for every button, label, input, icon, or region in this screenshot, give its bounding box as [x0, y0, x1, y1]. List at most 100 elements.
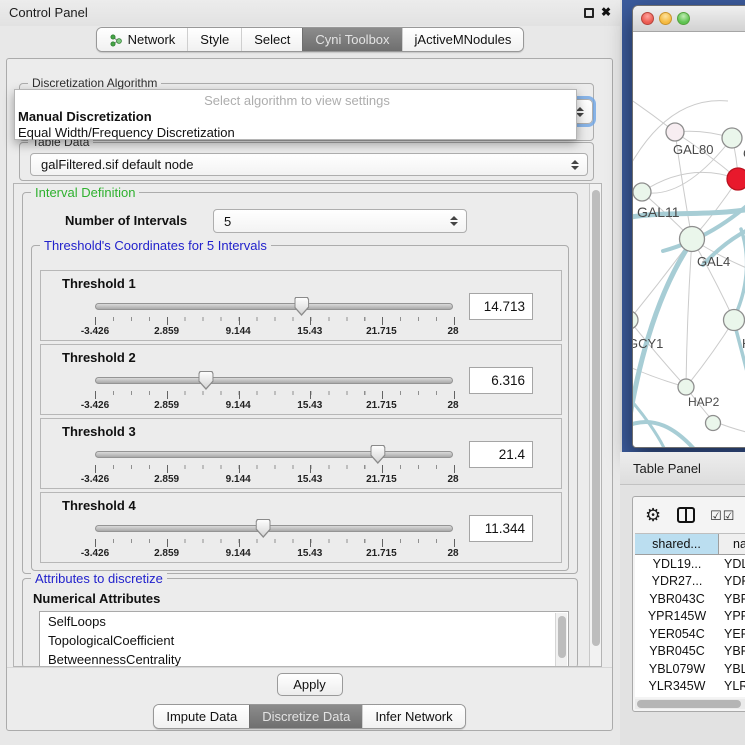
scale-label: 15.43: [297, 326, 322, 337]
table-panel: ⚙ ☑ ☑ shared... na YDL19... YDL1: [620, 486, 745, 745]
scale-label: 21.715: [366, 400, 397, 411]
list-item[interactable]: BetweennessCentrality: [40, 650, 568, 667]
cell-shared-name[interactable]: YBR043C: [635, 592, 719, 606]
threshold-value-field[interactable]: 14.713: [469, 293, 533, 320]
mac-close-icon[interactable]: [641, 12, 654, 25]
threshold-value-field[interactable]: 11.344: [469, 515, 533, 542]
list-item[interactable]: SelfLoops: [40, 612, 568, 631]
threshold-value-field[interactable]: 6.316: [469, 367, 533, 394]
dropdown-option-equal-width-frequency[interactable]: Equal Width/Frequency Discretization: [15, 125, 576, 141]
threshold-value-field[interactable]: 21.4: [469, 441, 533, 468]
slider-thumb[interactable]: [198, 371, 213, 390]
tab-cyni-toolbox[interactable]: Cyni Toolbox: [302, 28, 401, 51]
scale-label: -3.426: [81, 400, 109, 411]
close-panel-icon[interactable]: ✖: [601, 5, 611, 19]
tab-style[interactable]: Style: [187, 28, 241, 51]
table-row[interactable]: YBL079W YBL0: [635, 660, 745, 678]
tab-select[interactable]: Select: [241, 28, 302, 51]
column-header-name[interactable]: na: [719, 537, 745, 551]
tab-impute-data[interactable]: Impute Data: [154, 705, 249, 728]
tab-label: Infer Network: [375, 709, 452, 724]
threshold-panel: Threshold 3 -3.426: [40, 418, 562, 489]
cell-shared-name[interactable]: YER054C: [635, 627, 719, 641]
cell-name[interactable]: YDR2: [719, 574, 745, 588]
scale-label: 15.43: [297, 548, 322, 559]
slider-thumb[interactable]: [256, 519, 271, 538]
table-row[interactable]: YLR345W YLR3: [635, 678, 745, 696]
network-window[interactable]: GAL80 GA C GAL11 GAL4 GCY1 H HAP2: [632, 5, 745, 448]
cell-shared-name[interactable]: YDL19...: [635, 557, 719, 571]
cell-name[interactable]: YBR0: [719, 644, 745, 658]
table-row[interactable]: YPR145W YPR1: [635, 608, 745, 626]
slider-track[interactable]: [95, 451, 453, 458]
column-header-shared-name[interactable]: shared...: [635, 534, 719, 554]
slider-thumb[interactable]: [370, 445, 385, 464]
cell-shared-name[interactable]: YLR345W: [635, 679, 719, 693]
settings-vertical-scrollbar[interactable]: [589, 184, 602, 667]
threshold-slider[interactable]: -3.426 2.859 9.144 15.43 21.715 28: [95, 369, 453, 413]
scale-label: 2.859: [154, 400, 179, 411]
combo-arrows-icon: [576, 107, 584, 117]
table-row[interactable]: YBR043C YBR0: [635, 590, 745, 608]
node-table: shared... na YDL19... YDL1 YDR27... YDR2: [635, 533, 745, 697]
list-item[interactable]: TopologicalCoefficient: [40, 631, 568, 650]
cell-name[interactable]: YER0: [719, 627, 745, 641]
scale-label: -3.426: [81, 474, 109, 485]
control-panel: Control Panel ✖ Network Style: [0, 0, 620, 745]
list-scrollbar[interactable]: [555, 613, 567, 667]
slider-track[interactable]: [95, 303, 453, 310]
node-top-right: [722, 128, 742, 148]
table-row[interactable]: YER054C YER0: [635, 625, 745, 643]
network-window-titlebar[interactable]: [633, 6, 745, 32]
numerical-attributes-list[interactable]: SelfLoops TopologicalCoefficient Between…: [39, 611, 569, 667]
split-view-icon[interactable]: [677, 507, 695, 523]
mac-minimize-icon[interactable]: [659, 12, 672, 25]
slider-thumb[interactable]: [294, 297, 309, 316]
dropdown-option-manual-discretization[interactable]: Manual Discretization: [15, 109, 576, 125]
number-of-intervals-spinner[interactable]: 5: [213, 209, 467, 233]
checkbox-select-icon[interactable]: ☑: [710, 509, 722, 522]
table-row[interactable]: YDL19... YDL1: [635, 555, 745, 573]
slider-track[interactable]: [95, 525, 453, 532]
tab-infer-network[interactable]: Infer Network: [362, 705, 464, 728]
tab-jactivemnodules[interactable]: jActiveMNodules: [402, 28, 524, 51]
table-data-combobox[interactable]: galFiltered.sif default node: [30, 153, 588, 176]
cell-name[interactable]: YBL0: [719, 662, 745, 676]
threshold-slider[interactable]: -3.426 2.859 9.144 15.43 21.715 28: [95, 443, 453, 487]
cell-name[interactable]: YPR1: [719, 609, 745, 623]
mac-zoom-icon[interactable]: [677, 12, 690, 25]
scale-label: -3.426: [81, 548, 109, 559]
thresholds-coordinates-group: Threshold's Coordinates for 5 Intervals …: [31, 245, 569, 571]
scale-label: 28: [447, 474, 458, 485]
apply-button[interactable]: Apply: [277, 673, 343, 696]
cell-shared-name[interactable]: YPR145W: [635, 609, 719, 623]
cell-name[interactable]: YLR3: [719, 679, 745, 693]
slider-ticks: [95, 465, 454, 473]
cell-shared-name[interactable]: YBR045C: [635, 644, 719, 658]
tab-discretize-data[interactable]: Discretize Data: [249, 705, 362, 728]
threshold-slider[interactable]: -3.426 2.859 9.144 15.43 21.715 28: [95, 295, 453, 339]
gear-icon[interactable]: ⚙: [645, 506, 661, 524]
algorithm-dropdown-popup: Select algorithm to view settings Manual…: [14, 89, 577, 140]
table-browser: ⚙ ☑ ☑ shared... na YDL19... YDL1: [632, 496, 745, 712]
table-horizontal-scrollbar[interactable]: [635, 699, 745, 709]
cell-shared-name[interactable]: YDR27...: [635, 574, 719, 588]
tab-network[interactable]: Network: [97, 28, 188, 51]
scale-label: 9.144: [226, 474, 251, 485]
cell-name[interactable]: YDL1: [719, 557, 745, 571]
table-row[interactable]: YDR27... YDR2: [635, 573, 745, 591]
table-row[interactable]: YIL052C YIL0: [635, 695, 745, 697]
table-header-row: shared... na: [635, 533, 745, 555]
screen: Control Panel ✖ Network Style: [0, 0, 745, 745]
cell-shared-name[interactable]: YBL079W: [635, 662, 719, 676]
float-window-icon[interactable]: [584, 8, 594, 18]
checkbox-select-icon[interactable]: ☑: [723, 509, 735, 522]
slider-track[interactable]: [95, 377, 453, 384]
table-row[interactable]: YBR045C YBR0: [635, 643, 745, 661]
table-data-group: Table Data galFiltered.sif default node: [19, 142, 594, 181]
scale-label: 2.859: [154, 326, 179, 337]
dropdown-option-placeholder[interactable]: Select algorithm to view settings: [15, 93, 576, 109]
network-view[interactable]: GAL80 GA C GAL11 GAL4 GCY1 H HAP2: [633, 33, 745, 447]
threshold-slider[interactable]: -3.426 2.859 9.144 15.43 21.715 28: [95, 517, 453, 561]
cell-name[interactable]: YBR0: [719, 592, 745, 606]
